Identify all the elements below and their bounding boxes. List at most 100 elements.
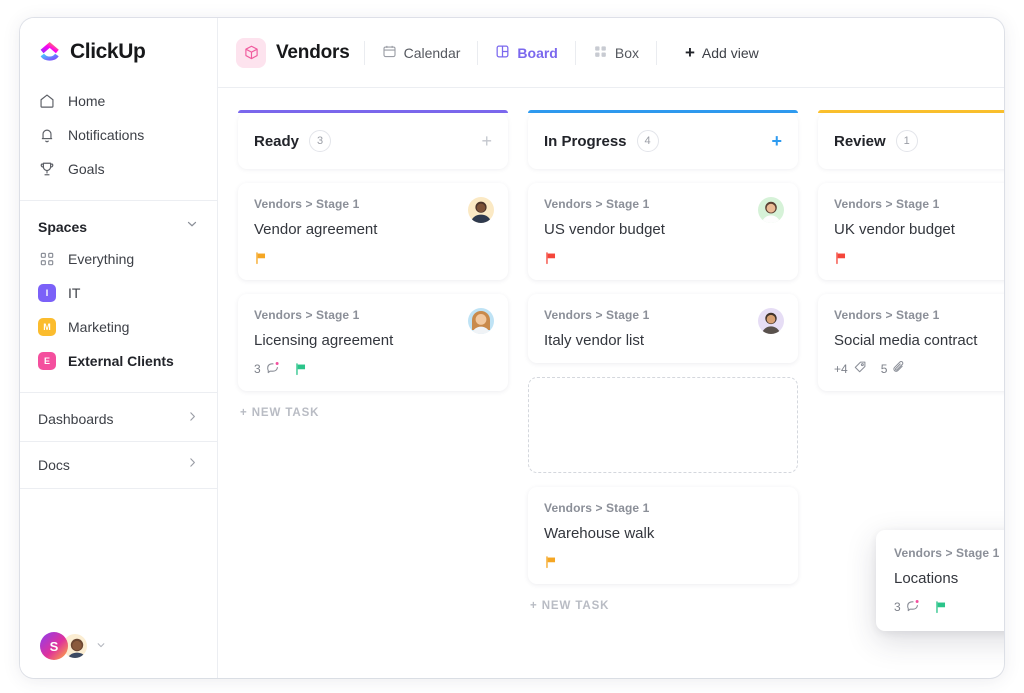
- caret-down-icon[interactable]: [96, 637, 106, 655]
- task-card[interactable]: Vendors > Stage 1 Social media contract …: [818, 294, 1004, 391]
- tab-board[interactable]: Board: [492, 39, 560, 67]
- sidebar-item-everything[interactable]: Everything: [30, 242, 207, 276]
- tab-calendar[interactable]: Calendar: [379, 39, 464, 67]
- card-breadcrumb: Vendors > Stage 1: [544, 501, 782, 515]
- card-breadcrumb: Vendors > Stage 1: [544, 197, 782, 211]
- flag-icon[interactable]: [934, 600, 948, 614]
- brand-name: ClickUp: [70, 40, 145, 64]
- avatar[interactable]: [758, 308, 784, 334]
- dragged-task-card[interactable]: Vendors > Stage 1 Locations 3: [876, 530, 1004, 631]
- new-task-button[interactable]: + NEW TASK: [528, 600, 798, 612]
- sidebar-item-it[interactable]: I IT: [30, 276, 207, 310]
- sidebar-item-label: Dashboards: [38, 411, 114, 427]
- task-card[interactable]: Vendors > Stage 1 US vendor budget: [528, 183, 798, 280]
- spaces-header[interactable]: Spaces: [20, 201, 217, 242]
- task-card[interactable]: Vendors > Stage 1 Italy vendor list: [528, 294, 798, 363]
- bell-icon: [38, 126, 56, 144]
- workspace-avatar[interactable]: S: [40, 632, 68, 660]
- sidebar-item-external-clients[interactable]: E External Clients: [30, 344, 207, 378]
- sidebar: ClickUp Home Notifications: [20, 18, 218, 678]
- space-badge-it: I: [38, 284, 56, 302]
- chevron-down-icon[interactable]: [185, 217, 199, 236]
- tag-count[interactable]: +4: [834, 360, 867, 379]
- column-header[interactable]: Ready 3 +: [238, 113, 508, 169]
- space-label: IT: [68, 285, 80, 301]
- card-title: Vendor agreement: [254, 221, 492, 238]
- chevron-right-icon: [186, 410, 199, 428]
- task-card[interactable]: Vendors > Stage 1 Licensing agreement 3: [238, 294, 508, 391]
- board-column-in-progress: In Progress 4 + Vendors > Stage 1 US ven…: [528, 110, 798, 678]
- card-breadcrumb: Vendors > Stage 1: [544, 308, 782, 322]
- flag-icon[interactable]: [254, 251, 268, 265]
- add-view-button[interactable]: + Add view: [685, 44, 759, 61]
- avatar[interactable]: [468, 197, 494, 223]
- flag-icon[interactable]: [294, 362, 308, 376]
- card-title: US vendor budget: [544, 221, 782, 238]
- toolbar-divider: [575, 41, 576, 65]
- new-task-button[interactable]: + NEW TASK: [238, 407, 508, 419]
- column-title: In Progress: [544, 133, 627, 150]
- card-meta: [544, 554, 782, 570]
- avatar[interactable]: [468, 308, 494, 334]
- attachment-count[interactable]: 5: [881, 360, 907, 379]
- tag-icon: [853, 360, 867, 379]
- card-title: Social media contract: [834, 332, 1004, 349]
- card-drop-placeholder[interactable]: [528, 377, 798, 473]
- calendar-icon: [382, 44, 397, 62]
- comment-count[interactable]: 3: [894, 598, 920, 617]
- add-task-button[interactable]: +: [481, 132, 492, 150]
- comment-count-value: 3: [254, 362, 261, 376]
- space-badge-external-clients: E: [38, 352, 56, 370]
- comment-count-value: 3: [894, 600, 901, 614]
- toolbar-divider: [656, 41, 657, 65]
- avatar[interactable]: [758, 197, 784, 223]
- sidebar-item-notifications[interactable]: Notifications: [30, 118, 207, 152]
- comment-icon: [906, 598, 920, 617]
- task-card[interactable]: Vendors > Stage 1 Vendor agreement: [238, 183, 508, 280]
- tab-label: Box: [615, 45, 639, 61]
- sidebar-item-goals[interactable]: Goals: [30, 152, 207, 186]
- main-panel: Vendors Calendar Board: [218, 18, 1004, 678]
- column-cards: Vendors > Stage 1 Vendor agreement: [238, 183, 508, 391]
- spaces-label: Spaces: [38, 219, 87, 235]
- brand-logo[interactable]: ClickUp: [20, 18, 217, 64]
- sidebar-item-label: Home: [68, 93, 105, 109]
- task-card[interactable]: Vendors > Stage 1 UK vendor budget: [818, 183, 1004, 280]
- space-label: External Clients: [68, 353, 174, 369]
- add-task-button[interactable]: +: [771, 132, 782, 150]
- flag-icon[interactable]: [834, 251, 848, 265]
- primary-nav: Home Notifications Goals: [20, 84, 217, 186]
- tab-label: Board: [517, 45, 557, 61]
- card-meta: [544, 250, 782, 266]
- card-meta: [834, 250, 1004, 266]
- card-breadcrumb: Vendors > Stage 1: [834, 197, 1004, 211]
- sidebar-footer-nav: Dashboards Docs: [20, 401, 217, 489]
- user-account-area[interactable]: S: [20, 632, 106, 660]
- spaces-list: Everything I IT M Marketing E External C…: [20, 242, 217, 378]
- column-cards: Vendors > Stage 1 US vendor budget: [528, 183, 798, 584]
- column-count: 3: [309, 130, 331, 152]
- sidebar-divider-4: [20, 488, 217, 489]
- column-cards: Vendors > Stage 1 UK vendor budget Vendo…: [818, 183, 1004, 391]
- sidebar-divider-3: [20, 441, 217, 442]
- card-title: UK vendor budget: [834, 221, 1004, 238]
- column-header[interactable]: In Progress 4 +: [528, 113, 798, 169]
- sidebar-item-label: Docs: [38, 457, 70, 473]
- task-card[interactable]: Vendors > Stage 1 Warehouse walk: [528, 487, 798, 584]
- paperclip-icon: [892, 360, 906, 379]
- sidebar-item-dashboards[interactable]: Dashboards: [30, 401, 207, 437]
- clickup-logo-icon: [38, 40, 62, 64]
- sidebar-item-marketing[interactable]: M Marketing: [30, 310, 207, 344]
- sidebar-item-docs[interactable]: Docs: [30, 447, 207, 483]
- flag-icon[interactable]: [544, 251, 558, 265]
- home-icon: [38, 92, 56, 110]
- tab-label: Calendar: [404, 45, 461, 61]
- card-title: Licensing agreement: [254, 332, 492, 349]
- card-breadcrumb: Vendors > Stage 1: [894, 546, 1004, 560]
- tab-box[interactable]: Box: [590, 39, 642, 67]
- column-header[interactable]: Review 1: [818, 113, 1004, 169]
- comment-count[interactable]: 3: [254, 360, 280, 379]
- flag-icon[interactable]: [544, 555, 558, 569]
- card-meta: 3: [894, 599, 1004, 615]
- sidebar-item-home[interactable]: Home: [30, 84, 207, 118]
